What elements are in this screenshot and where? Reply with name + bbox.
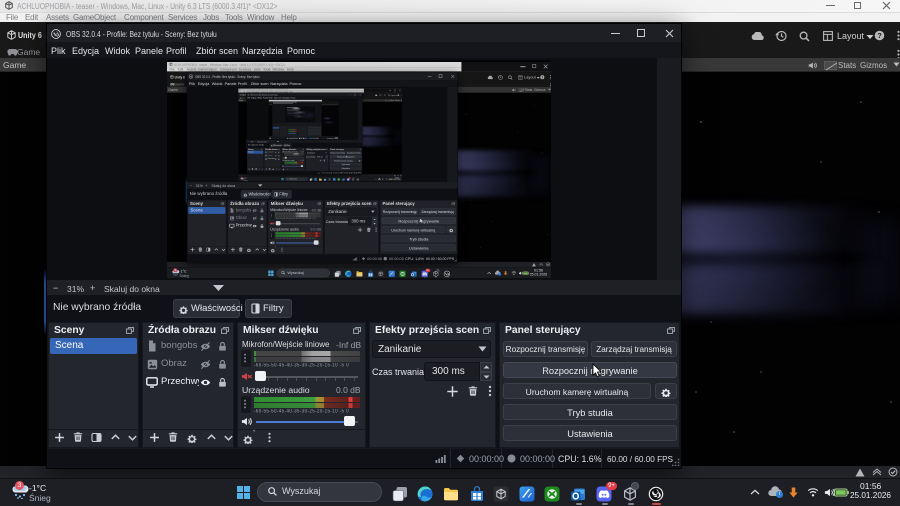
svg-text:?: ? [877, 31, 882, 40]
svg-text:?: ? [541, 75, 543, 79]
svg-text:?: ? [398, 95, 399, 97]
